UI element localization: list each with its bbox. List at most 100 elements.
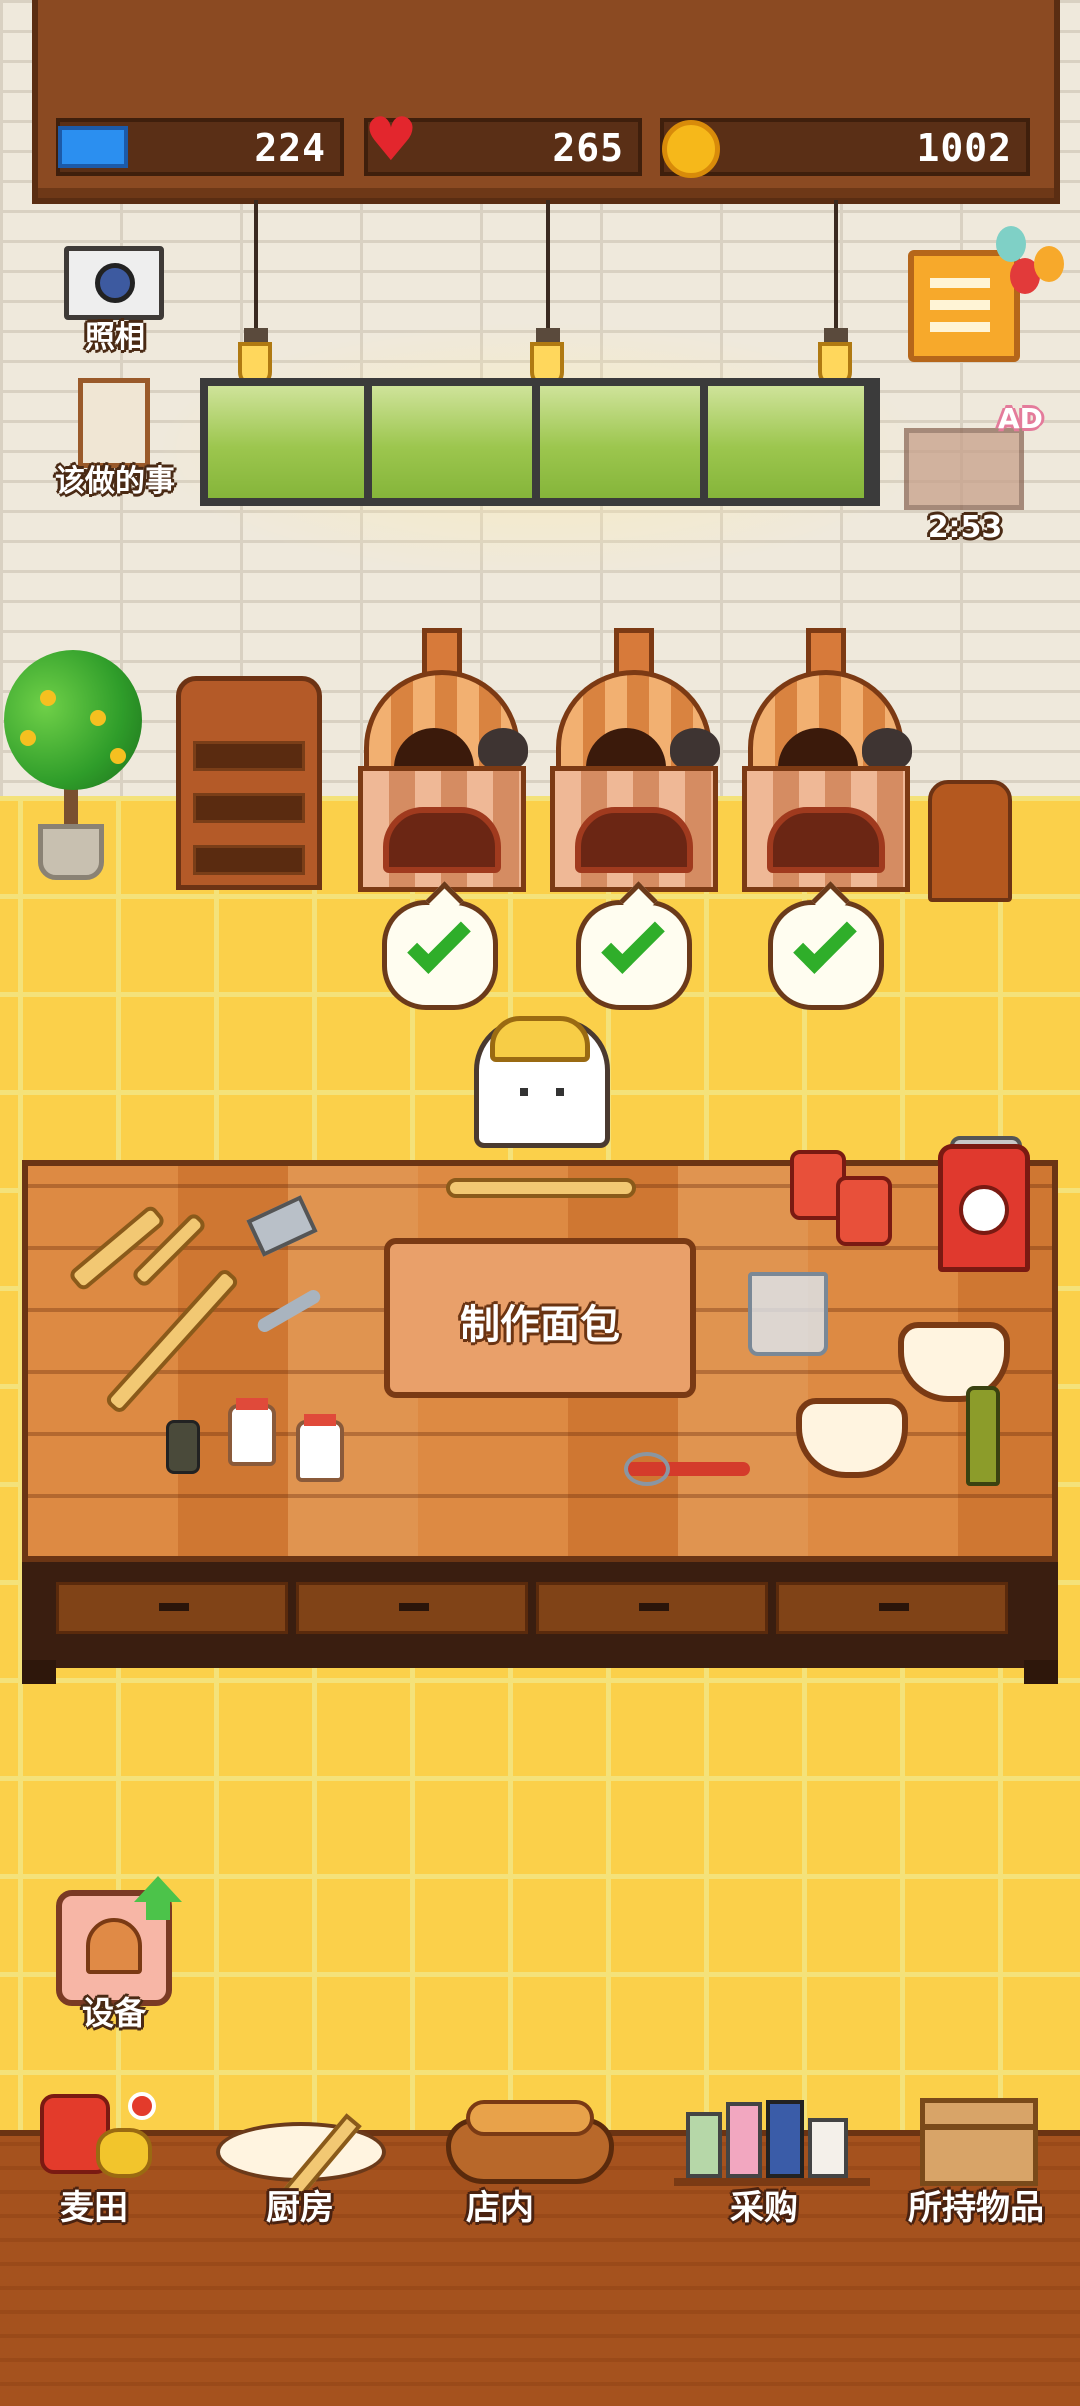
lamp-cap <box>536 328 560 342</box>
todo-label: 该做的事 <box>55 464 175 499</box>
cat-eye <box>520 1088 528 1096</box>
oven-2-ready-bubble[interactable] <box>576 881 692 1010</box>
rack-shelf <box>193 793 305 823</box>
table-leg <box>22 1660 56 1684</box>
equipment-label: 设备 <box>81 1994 146 2032</box>
kitchen-scale-icon <box>938 1144 1030 1272</box>
upgrade-arrow-stem <box>146 1900 170 1920</box>
ad-timer: 2:53 <box>927 510 1003 545</box>
scale-dial <box>959 1185 1009 1235</box>
lamp-cord <box>834 200 838 330</box>
lemon-fruit <box>40 690 56 706</box>
heart-counter[interactable]: ♥ 265 <box>364 110 642 176</box>
lamp-cap <box>824 328 848 342</box>
balloon-icon <box>996 226 1026 262</box>
ticket-value: 224 <box>254 126 326 170</box>
oven-mitt-icon <box>862 728 912 770</box>
oil-bottle-icon <box>966 1386 1000 1486</box>
jar-lid <box>236 1398 268 1410</box>
oven-base <box>358 766 526 892</box>
tv-icon <box>904 428 1024 510</box>
oven-base <box>550 766 718 892</box>
rack-shelf <box>193 741 305 771</box>
camera-button[interactable]: 照相 <box>40 240 190 360</box>
heart-icon: ♥ <box>364 105 418 175</box>
oven-3[interactable] <box>742 628 912 898</box>
oven-1-ready-bubble[interactable] <box>382 881 498 1010</box>
nav-purchase[interactable]: 采购 <box>660 2088 870 2238</box>
drawer <box>776 1582 1008 1634</box>
coin-counter[interactable]: 1002 <box>660 118 1030 178</box>
cat-eye <box>556 1088 564 1096</box>
rack-shelf <box>193 845 305 875</box>
nav-kitchen[interactable]: 厨房 <box>200 2088 400 2238</box>
nav-shop-label: 店内 <box>466 2188 534 2228</box>
ticket-icon <box>58 126 128 168</box>
camera-label: 照相 <box>85 320 145 355</box>
oven-mitt-icon <box>478 728 528 770</box>
camera-icon <box>64 246 164 320</box>
drawer-handle <box>399 1603 429 1611</box>
make-bread-button[interactable]: 制作面包 <box>384 1238 696 1398</box>
oven-door <box>575 807 693 873</box>
lemon-fruit <box>90 710 106 726</box>
notebook-line <box>930 278 990 288</box>
nav-wheat-field-label: 麦田 <box>60 2188 128 2228</box>
notebook-button[interactable] <box>908 250 1020 362</box>
oven-base <box>742 766 910 892</box>
lemon-tree-icon <box>4 650 142 790</box>
window-pane <box>208 386 364 498</box>
wheat-field-icon <box>96 2128 152 2178</box>
window-pane <box>372 386 532 498</box>
box-icon <box>920 2098 1038 2186</box>
product-bottle <box>726 2102 762 2178</box>
nav-purchase-label: 采购 <box>730 2188 798 2228</box>
ad-badge: AD <box>998 402 1043 435</box>
window-pane <box>708 386 864 498</box>
bread-loaves <box>466 2100 594 2136</box>
product-carton <box>808 2118 848 2178</box>
checkmark-icon <box>601 910 665 974</box>
table-leg <box>1024 1660 1058 1684</box>
lemon-fruit <box>20 730 36 746</box>
drawer <box>536 1582 768 1634</box>
drawer-handle <box>879 1603 909 1611</box>
spice-bottle-icon <box>166 1420 200 1474</box>
checkmark-icon <box>407 910 471 974</box>
drawer-handle <box>159 1603 189 1611</box>
jar-icon <box>296 1414 344 1482</box>
coin-value: 1002 <box>916 126 1012 170</box>
shop-window <box>200 378 880 506</box>
bread-hat-icon <box>490 1016 590 1062</box>
oven-door <box>767 807 885 873</box>
oven-icon <box>86 1918 142 1974</box>
notebook-line <box>930 322 990 332</box>
nav-inventory-label: 所持物品 <box>908 2188 1044 2228</box>
drawer-handle <box>639 1603 669 1611</box>
nav-wheat-field[interactable]: 麦田 <box>0 2088 200 2238</box>
oven-door <box>383 807 501 873</box>
drawer <box>296 1582 528 1634</box>
nav-kitchen-label: 厨房 <box>266 2188 334 2228</box>
oven-1[interactable] <box>358 628 528 898</box>
make-bread-label: 制作面包 <box>460 1302 620 1348</box>
ticket-counter[interactable]: 224 <box>56 118 344 176</box>
rolling-pin-icon <box>446 1178 636 1198</box>
coin-icon <box>662 120 720 178</box>
whisk-head <box>624 1452 670 1486</box>
nav-shop[interactable]: 店内 <box>430 2088 630 2238</box>
firewood-icon <box>928 780 1012 902</box>
notebook-line <box>930 300 990 310</box>
box-tape <box>920 2124 1038 2130</box>
balloon-icon <box>1034 246 1064 282</box>
jar-lid <box>304 1414 336 1426</box>
bread-rack[interactable] <box>176 676 322 890</box>
todo-button[interactable]: 该做的事 <box>30 378 200 508</box>
nav-inventory[interactable]: 所持物品 <box>880 2088 1080 2238</box>
checkmark-icon <box>793 910 857 974</box>
measuring-cup-icon <box>748 1272 828 1356</box>
oven-2[interactable] <box>550 628 720 898</box>
drawer <box>56 1582 288 1634</box>
oven-3-ready-bubble[interactable] <box>768 881 884 1010</box>
heart-value: 265 <box>552 126 624 170</box>
